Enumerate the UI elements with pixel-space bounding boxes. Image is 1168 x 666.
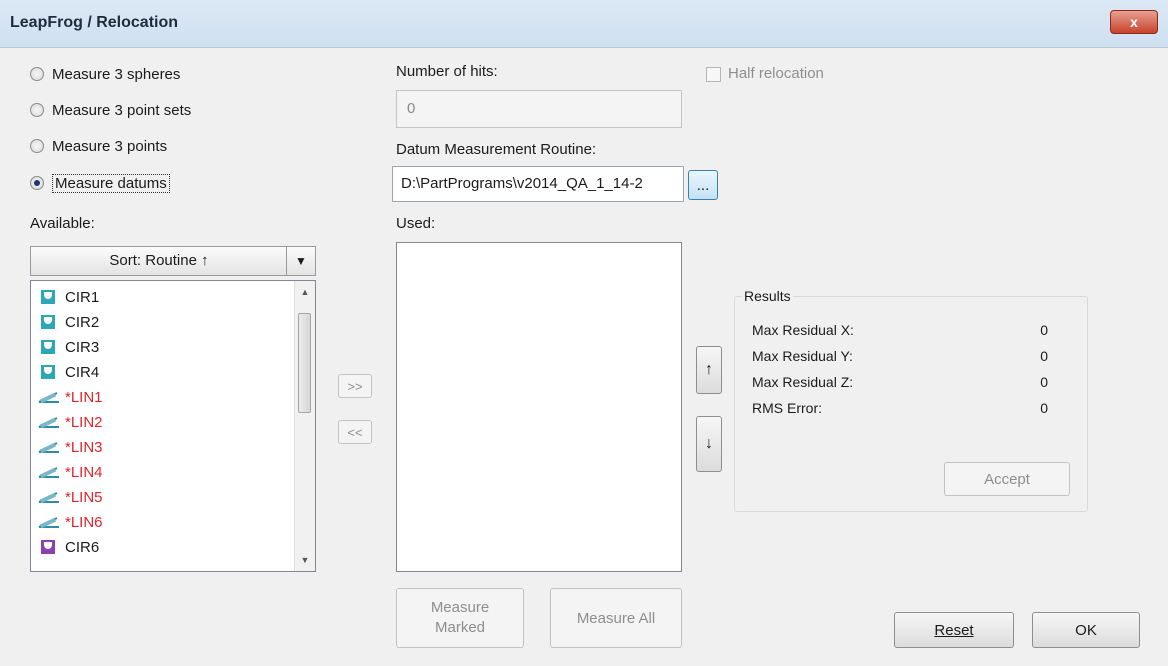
- item-label: *LIN5: [65, 488, 103, 506]
- sort-header[interactable]: Sort: Routine ↑ ▼: [30, 246, 316, 276]
- window-title: LeapFrog / Relocation: [10, 14, 179, 31]
- list-item[interactable]: CIR4: [37, 360, 99, 384]
- remove-label: <<: [347, 424, 363, 440]
- radio-selected-icon: [30, 176, 44, 190]
- browse-label: ...: [696, 176, 710, 194]
- list-item[interactable]: CIR6: [37, 535, 99, 559]
- line-icon: [38, 467, 59, 479]
- list-item[interactable]: *LIN5: [37, 485, 103, 509]
- available-list[interactable]: CIR1 CIR2 CIR3 CIR4 *LIN1 *LIN2 *LIN3 *L…: [30, 280, 316, 572]
- arrow-down-icon: ↓: [705, 435, 713, 452]
- move-down-button[interactable]: ↓: [696, 416, 722, 472]
- radio-label: Measure 3 spheres: [52, 65, 181, 83]
- arrow-up-icon: ↑: [705, 361, 713, 378]
- line-icon: [38, 492, 59, 504]
- radio-label: Measure datums: [52, 173, 170, 193]
- list-item[interactable]: *LIN2: [37, 410, 103, 434]
- radio-measure-3-point-sets[interactable]: Measure 3 point sets: [30, 99, 191, 121]
- accept-button[interactable]: Accept: [944, 462, 1070, 496]
- radio-icon: [30, 67, 44, 81]
- radio-measure-datums[interactable]: Measure datums: [30, 172, 170, 194]
- radio-measure-3-points[interactable]: Measure 3 points: [30, 135, 167, 157]
- item-label: CIR3: [65, 338, 100, 356]
- circle-icon: [41, 540, 55, 554]
- max-residual-y-label: Max Residual Y:: [752, 348, 853, 364]
- item-label: *LIN6: [65, 513, 103, 531]
- radio-label: Measure 3 point sets: [52, 101, 192, 119]
- scroll-thumb[interactable]: [298, 313, 311, 413]
- item-label: *LIN2: [65, 413, 103, 431]
- reset-label: Reset: [934, 621, 974, 639]
- circle-icon: [41, 290, 55, 304]
- rms-error-value: 0: [1040, 400, 1048, 416]
- line-icon: [38, 392, 59, 404]
- measure-all-label: Measure All: [576, 609, 656, 627]
- circle-icon: [41, 365, 55, 379]
- available-label: Available:: [30, 215, 95, 232]
- close-icon: x: [1130, 14, 1138, 30]
- max-residual-z-value: 0: [1040, 374, 1048, 390]
- sort-label: Sort: Routine ↑: [109, 252, 209, 269]
- list-item[interactable]: *LIN4: [37, 460, 103, 484]
- scroll-up-icon[interactable]: ▲: [295, 283, 315, 301]
- results-title: Results: [742, 288, 793, 304]
- browse-button[interactable]: ...: [688, 170, 718, 200]
- radio-measure-3-spheres[interactable]: Measure 3 spheres: [30, 63, 180, 85]
- used-label: Used:: [396, 215, 436, 232]
- list-item[interactable]: CIR2: [37, 310, 99, 334]
- item-label: CIR6: [65, 538, 100, 556]
- add-to-used-button[interactable]: >>: [338, 374, 372, 398]
- max-residual-z-label: Max Residual Z:: [752, 374, 854, 390]
- line-icon: [38, 417, 59, 429]
- sort-dropdown-icon[interactable]: ▼: [286, 247, 315, 275]
- add-label: >>: [347, 378, 363, 394]
- close-button[interactable]: x: [1110, 10, 1158, 34]
- hits-label: Number of hits:: [396, 63, 498, 80]
- measure-marked-label-1: Measure: [430, 599, 490, 616]
- measure-all-button[interactable]: Measure All: [550, 588, 682, 648]
- list-item[interactable]: *LIN1: [37, 385, 103, 409]
- list-item[interactable]: *LIN3: [37, 435, 103, 459]
- list-item[interactable]: *LIN6: [37, 510, 103, 534]
- item-label: *LIN4: [65, 463, 103, 481]
- radio-icon: [30, 103, 44, 117]
- item-label: *LIN3: [65, 438, 103, 456]
- max-residual-x-value: 0: [1040, 322, 1048, 338]
- item-label: CIR1: [65, 288, 100, 306]
- datum-routine-label: Datum Measurement Routine:: [396, 141, 597, 158]
- move-up-button[interactable]: ↑: [696, 346, 722, 394]
- line-icon: [38, 517, 59, 529]
- item-label: *LIN1: [65, 388, 103, 406]
- title-bar: LeapFrog / Relocation x: [0, 0, 1168, 48]
- remove-from-used-button[interactable]: <<: [338, 420, 372, 444]
- half-relocation-checkbox[interactable]: [706, 67, 721, 82]
- circle-icon: [41, 315, 55, 329]
- rms-error-label: RMS Error:: [752, 400, 822, 416]
- accept-label: Accept: [984, 470, 1030, 488]
- scroll-down-icon[interactable]: ▼: [295, 551, 315, 569]
- max-residual-x-label: Max Residual X:: [752, 322, 854, 338]
- measure-marked-label-2: Marked: [434, 619, 486, 636]
- radio-label: Measure 3 points: [52, 137, 168, 155]
- list-scrollbar[interactable]: ▲ ▼: [294, 281, 315, 571]
- ok-label: OK: [1075, 621, 1097, 639]
- line-icon: [38, 442, 59, 454]
- list-item[interactable]: CIR1: [37, 285, 99, 309]
- hits-input[interactable]: 0: [396, 90, 682, 128]
- radio-icon: [30, 139, 44, 153]
- measure-marked-button[interactable]: Measure Marked: [396, 588, 524, 648]
- half-relocation-label: Half relocation: [728, 65, 824, 82]
- list-item[interactable]: CIR3: [37, 335, 99, 359]
- reset-button[interactable]: Reset: [894, 612, 1014, 648]
- ok-button[interactable]: OK: [1032, 612, 1140, 648]
- item-label: CIR4: [65, 363, 100, 381]
- used-list[interactable]: [396, 242, 682, 572]
- circle-icon: [41, 340, 55, 354]
- item-label: CIR2: [65, 313, 100, 331]
- datum-routine-input[interactable]: D:\PartPrograms\v2014_QA_1_14-2: [392, 166, 684, 202]
- max-residual-y-value: 0: [1040, 348, 1048, 364]
